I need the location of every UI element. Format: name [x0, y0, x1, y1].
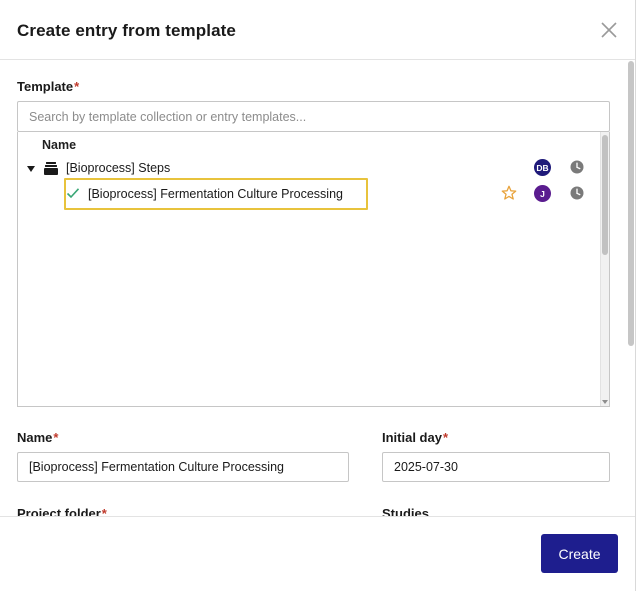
name-label: Name*	[17, 430, 59, 445]
dialog-header: Create entry from template	[0, 0, 635, 60]
required-mark: *	[74, 79, 80, 94]
dialog-title: Create entry from template	[17, 21, 236, 40]
template-label: Template*	[17, 79, 80, 94]
required-mark: *	[53, 430, 59, 445]
star-outline-icon[interactable]	[501, 185, 517, 201]
tree-row-collection[interactable]: [Bioprocess] Steps DB	[18, 156, 601, 180]
tree-item-label: [Bioprocess] Fermentation Culture Proces…	[88, 187, 343, 201]
dialog-scrollbar[interactable]	[628, 61, 634, 516]
clock-icon[interactable]	[570, 186, 584, 200]
tree-row-template[interactable]: [Bioprocess] Fermentation Culture Proces…	[18, 182, 601, 206]
studies-label: Studies	[382, 506, 429, 516]
avatar: DB	[534, 159, 551, 176]
project-folder-label: Project folder*	[17, 506, 107, 516]
column-header-name: Name	[42, 138, 77, 152]
expand-caret-icon[interactable]	[27, 166, 35, 172]
dialog-footer: Create	[0, 516, 635, 591]
tree-scrollbar-thumb[interactable]	[602, 135, 608, 255]
template-tree: Name [Bioprocess] Steps DB [Bioprocess] …	[17, 132, 610, 407]
create-button[interactable]: Create	[541, 534, 618, 573]
template-search-input[interactable]	[17, 101, 610, 132]
dialog-content: Template* Name [Bioprocess] Steps DB	[0, 61, 635, 516]
close-icon[interactable]	[598, 19, 620, 41]
clock-icon[interactable]	[570, 160, 584, 174]
required-mark: *	[442, 430, 449, 445]
create-entry-dialog: Create entry from template Template* Nam…	[0, 0, 636, 591]
scroll-down-arrow-icon[interactable]	[602, 400, 608, 404]
required-mark: *	[101, 506, 107, 516]
tree-scrollbar[interactable]	[600, 132, 609, 406]
stack-icon	[44, 162, 58, 175]
initial-day-input[interactable]	[382, 452, 610, 482]
avatar: J	[534, 185, 551, 202]
check-icon	[66, 188, 80, 199]
tree-item-label: [Bioprocess] Steps	[66, 161, 171, 175]
initial-day-label: Initial day*	[382, 430, 449, 445]
dialog-scrollbar-thumb[interactable]	[628, 61, 634, 346]
name-input[interactable]	[17, 452, 349, 482]
